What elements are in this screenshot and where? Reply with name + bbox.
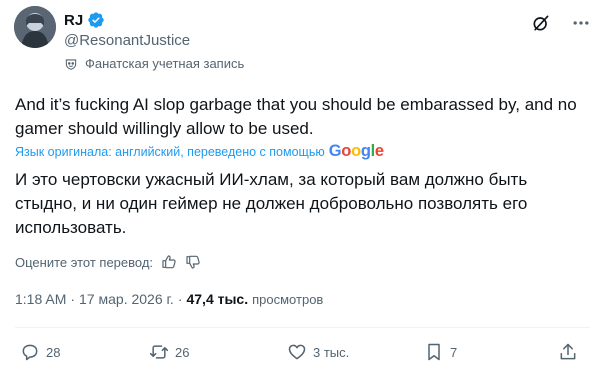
bookmark-button[interactable]: 7 xyxy=(424,342,457,362)
rate-translation: Оцените этот перевод: xyxy=(15,254,201,270)
thumbs-up-icon[interactable] xyxy=(161,254,177,270)
views-count[interactable]: 47,4 тыс. xyxy=(186,291,248,307)
tweet-time[interactable]: 1:18 AM xyxy=(15,291,66,307)
divider xyxy=(15,327,590,328)
avatar[interactable] xyxy=(14,6,56,48)
more-icon[interactable] xyxy=(571,13,591,33)
share-button[interactable] xyxy=(558,342,578,362)
tweet-original-text: And it’s fucking AI slop garbage that yo… xyxy=(15,95,577,138)
bookmark-count: 7 xyxy=(450,344,458,360)
reply-icon xyxy=(20,342,40,362)
tweet-translated-text: И это чертовски ужасный ИИ-хлам, за кото… xyxy=(15,170,528,237)
translation-attribution: Язык оригинала: английский, переведено с… xyxy=(15,142,384,161)
repost-icon xyxy=(149,342,169,362)
reply-button[interactable]: 28 xyxy=(20,342,60,362)
tweet-actions-bar: 28 26 3 тыс. 7 xyxy=(0,342,605,366)
reply-count: 28 xyxy=(46,344,61,360)
rate-translation-label: Оцените этот перевод: xyxy=(15,254,154,270)
author-display-name[interactable]: RJ xyxy=(64,12,83,29)
translation-note[interactable]: Язык оригинала: английский, переведено с… xyxy=(15,145,325,159)
tweet-date[interactable]: 17 мар. 2026 г. xyxy=(79,291,174,307)
like-icon xyxy=(287,342,307,362)
verified-badge-icon xyxy=(87,11,105,29)
bookmark-icon xyxy=(424,342,444,362)
author-name-row[interactable]: RJ xyxy=(64,11,105,29)
share-icon xyxy=(558,342,578,362)
thumbs-down-icon[interactable] xyxy=(185,254,201,270)
fan-account-icon xyxy=(64,57,78,71)
meta-separator-2: · xyxy=(177,291,183,307)
tweet-meta: 1:18 AM · 17 мар. 2026 г. · 47,4 тыс. пр… xyxy=(15,291,323,307)
repost-button[interactable]: 26 xyxy=(149,342,189,362)
google-logo: Google xyxy=(328,142,384,160)
grok-icon[interactable] xyxy=(531,13,551,33)
like-button[interactable]: 3 тыс. xyxy=(287,342,349,362)
fan-account-text: Фанатская учетная запись xyxy=(85,56,245,71)
meta-separator: · xyxy=(70,291,76,307)
author-handle[interactable]: @ResonantJustice xyxy=(64,32,190,49)
like-count: 3 тыс. xyxy=(313,344,350,360)
repost-count: 26 xyxy=(175,344,190,360)
tweet-top-actions xyxy=(531,13,591,33)
views-label: просмотров xyxy=(252,291,324,307)
fan-account-label: Фанатская учетная запись xyxy=(64,56,244,71)
